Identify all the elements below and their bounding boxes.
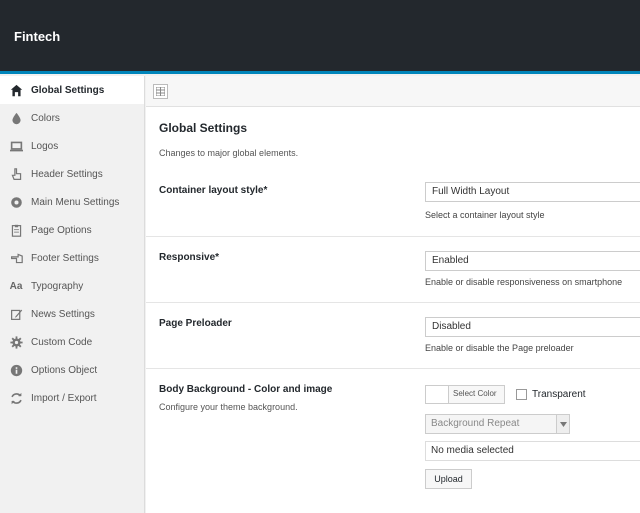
settings-panel: Global Settings Changes to major global … [146,76,640,513]
background-repeat-select[interactable]: Background Repeat [425,414,570,434]
setting-row-responsive: Responsive* Enabled Enable or disable re… [146,236,640,302]
sidebar-item-custom-code[interactable]: Custom Code [0,328,144,356]
color-swatch [426,386,449,403]
sidebar-item-header-settings[interactable]: Header Settings [0,160,144,188]
media-field[interactable]: No media selected [425,441,640,461]
chevron-down-icon [556,415,569,433]
setting-row-container-layout: Container layout style* Full Width Layou… [146,168,640,236]
sidebar-item-import-export[interactable]: Import / Export [0,384,144,412]
sidebar-item-label: Options Object [31,364,98,376]
field-help: Select a container layout style [425,210,545,220]
home-icon [9,83,23,97]
clipboard-icon [9,223,23,237]
sidebar-item-main-menu-settings[interactable]: Main Menu Settings [0,188,144,216]
sidebar-item-label: Page Options [31,224,92,236]
sidebar-item-label: Typography [31,280,84,292]
sidebar-item-logos[interactable]: Logos [0,132,144,160]
sidebar-item-news-settings[interactable]: News Settings [0,300,144,328]
sidebar-item-footer-settings[interactable]: Footer Settings [0,244,144,272]
field-label: Body Background - Color and image [159,384,333,395]
select-color-label: Select Color [453,389,497,398]
grid-icon [155,83,166,101]
gear-icon [9,335,23,349]
panel-toolbar [146,76,640,107]
container-layout-select[interactable]: Full Width Layout [425,182,640,202]
background-repeat-placeholder: Background Repeat [431,418,520,429]
preloader-select[interactable]: Disabled [425,317,640,337]
transparent-checkbox[interactable] [516,389,527,400]
sidebar-item-label: Global Settings [31,84,105,96]
expand-button[interactable] [153,84,168,99]
edit-icon [9,307,23,321]
sidebar-item-label: Logos [31,140,59,152]
page-title: Global Settings [159,121,248,135]
sidebar-item-typography[interactable]: Aa Typography [0,272,144,300]
sidebar-item-label: Main Menu Settings [31,196,120,208]
setting-row-body-background: Body Background - Color and image Config… [146,368,640,513]
sidebar-item-label: Colors [31,112,60,124]
refresh-icon [9,391,23,405]
info-icon [9,363,23,377]
sidebar-item-label: Footer Settings [31,252,99,264]
pointer-icon [9,167,23,181]
circle-dot-icon [9,195,23,209]
setting-row-preloader: Page Preloader Disabled Enable or disabl… [146,302,640,368]
sidebar-item-label: Import / Export [31,392,97,404]
sidebar-item-page-options[interactable]: Page Options [0,216,144,244]
sidebar-item-label: Custom Code [31,336,93,348]
sidebar-item-label: Header Settings [31,168,103,180]
sidebar: Global Settings Colors Logos Header Sett… [0,76,145,513]
field-label: Container layout style* [159,185,268,196]
droplet-icon [9,111,23,125]
field-label: Responsive* [159,252,220,263]
sidebar-item-global-settings[interactable]: Global Settings [0,76,144,104]
typography-icon: Aa [9,280,23,292]
pointer-down-icon [9,251,23,265]
select-color-button[interactable]: Select Color [425,385,505,404]
field-sublabel: Configure your theme background. [159,402,298,412]
field-help: Enable or disable responsiveness on smar… [425,277,623,287]
top-bar: Fintech [0,0,640,74]
transparent-label: Transparent [532,389,586,400]
sidebar-item-colors[interactable]: Colors [0,104,144,132]
brand-title: Fintech [14,29,61,44]
responsive-select[interactable]: Enabled [425,251,640,271]
page-description: Changes to major global elements. [159,148,299,158]
upload-button[interactable]: Upload [425,469,472,489]
sidebar-item-label: News Settings [31,308,95,320]
field-help: Enable or disable the Page preloader [425,343,574,353]
sidebar-item-options-object[interactable]: Options Object [0,356,144,384]
laptop-icon [9,139,23,153]
field-label: Page Preloader [159,318,232,329]
